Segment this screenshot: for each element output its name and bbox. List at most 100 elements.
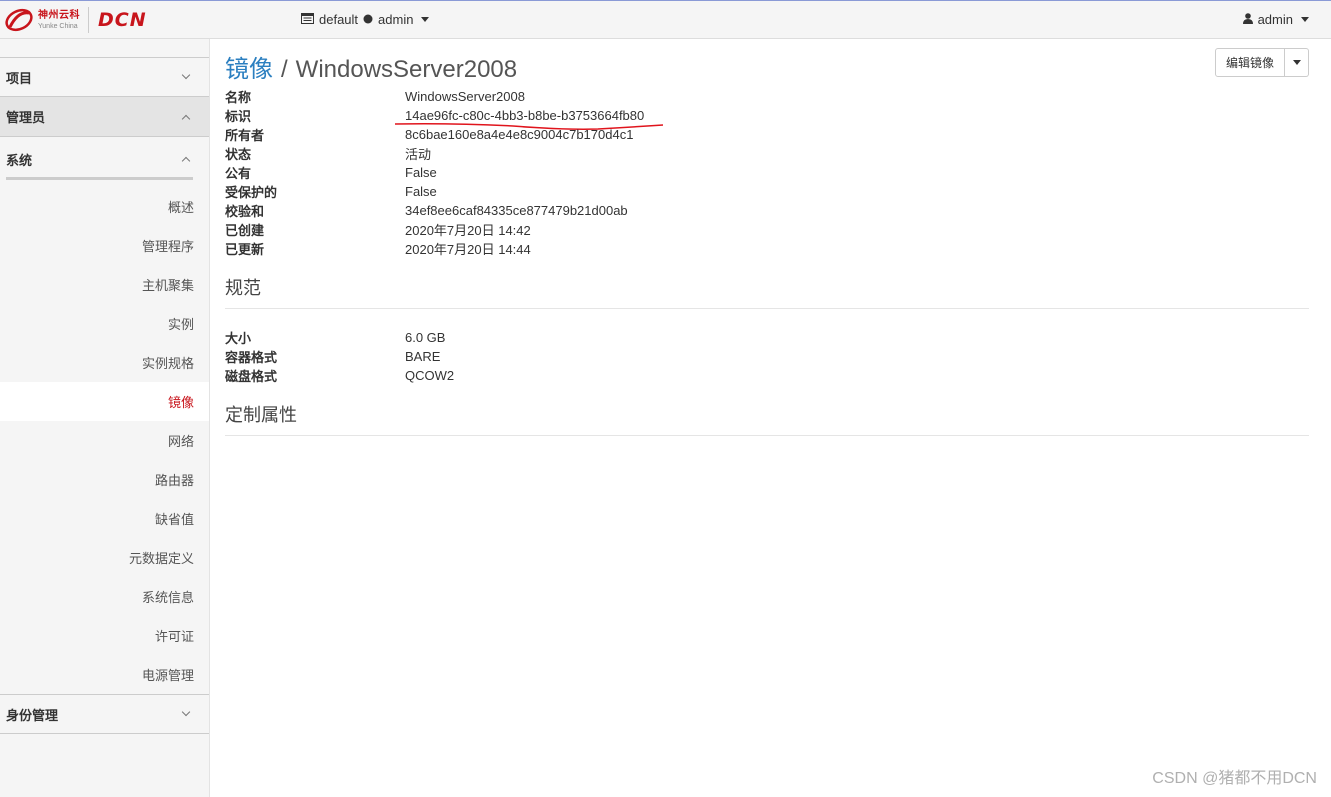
field-label: 容器格式 (225, 350, 278, 365)
sidebar-item-host-aggregates[interactable]: 主机聚集 (0, 265, 209, 304)
overview-row: 所有者 8c6bae160e8a4e4e8c9004c7b170d4c1 (225, 125, 1309, 144)
sidebar-subsection-system[interactable]: 系统 (0, 137, 209, 181)
sidebar-item-hypervisors[interactable]: 管理程序 (0, 226, 209, 265)
field-label: 公有 (225, 166, 252, 181)
sidebar-item-label: 镜像 (167, 395, 194, 410)
page-header: 镜像 / WindowsServer2008 编辑镜像 (225, 39, 1309, 87)
sidebar-item-networks[interactable]: 网络 (0, 421, 209, 460)
chevron-up-icon (181, 114, 191, 123)
sidebar-item-routers[interactable]: 路由器 (0, 460, 209, 499)
specs-row: 大小 6.0 GB (225, 328, 1309, 347)
overview-list: 名称 WindowsServer2008 标识 14ae96fc-c80c-4bb3… (225, 87, 1309, 258)
caret-down-icon (1301, 17, 1309, 22)
specs-section-title: 规范 (225, 274, 1309, 309)
sidebar-item-license[interactable]: 许可证 (0, 616, 209, 655)
sidebar-item-defaults[interactable]: 缺省值 (0, 499, 209, 538)
sidebar-section-project[interactable]: 项目 (0, 57, 209, 97)
sidebar-item-power-management[interactable]: 电源管理 (0, 655, 209, 694)
sidebar-item-label: 路由器 (154, 473, 194, 488)
field-value: False (405, 184, 437, 199)
sidebar-item-label: 主机聚集 (141, 278, 194, 293)
custom-properties-section-title: 定制属性 (225, 401, 1309, 436)
overview-row: 状态 活动 (225, 144, 1309, 163)
top-navbar: 神州云科 Yunke China DCN default admin admin (0, 0, 1331, 39)
chevron-up-icon (181, 156, 191, 166)
image-name-title: WindowsServer2008 (295, 56, 518, 83)
sidebar-subsection-label: 系统 (6, 152, 33, 168)
edit-image-button[interactable]: 编辑镜像 (1214, 48, 1285, 77)
field-label: 状态 (225, 147, 252, 162)
chevron-down-icon (181, 707, 191, 717)
specs-row: 磁盘格式 QCOW2 (225, 366, 1309, 385)
sidebar-item-label: 概述 (167, 200, 194, 215)
specs-row: 容器格式 BARE (225, 347, 1309, 366)
overview-row: 受保护的 False (225, 182, 1309, 201)
sidebar-item-instances[interactable]: 实例 (0, 304, 209, 343)
field-label: 名称 (225, 90, 252, 105)
overview-row: 标识 14ae96fc-c80c-4bb3-b8be-b3753664fb80 (225, 106, 1309, 130)
user-icon (1242, 12, 1253, 27)
field-value: 活动 (405, 147, 432, 162)
user-menu[interactable]: admin (1242, 12, 1309, 27)
sidebar-item-flavors[interactable]: 实例规格 (0, 343, 209, 382)
caret-down-icon (1292, 60, 1301, 65)
field-value: WindowsServer2008 (405, 89, 525, 104)
field-value: QCOW2 (405, 368, 455, 383)
sidebar-item-label: 实例规格 (141, 356, 194, 371)
actions-button-group: 编辑镜像 (1214, 48, 1309, 77)
field-value: BARE (405, 349, 441, 364)
specs-list: 大小 6.0 GB 容器格式 BARE 磁盘格式 QCOW2 (225, 328, 1309, 385)
dcn-logo-text: DCN (98, 9, 147, 31)
logo-en-text: Yunke China (38, 22, 78, 30)
sidebar-section-label: 项目 (6, 70, 33, 86)
page-title: 镜像 / WindowsServer2008 (225, 49, 517, 84)
logo-cn-text: 神州云科 (38, 9, 80, 21)
sidebar-item-images[interactable]: 镜像 (0, 382, 209, 421)
field-value: 6.0 GB (405, 330, 446, 345)
sidebar-item-label: 元数据定义 (128, 551, 194, 566)
main-content: 镜像 / WindowsServer2008 编辑镜像 名称 WindowsServe… (225, 39, 1309, 436)
sidebar-section-label: 身份管理 (6, 707, 59, 723)
sidebar-item-label: 许可证 (154, 629, 194, 644)
sidebar: 项目 管理员 系统 概述 管理程序 主机聚集 实例 实例规格 镜像 网络 路由器… (0, 39, 210, 797)
sidebar-item-metadata-definitions[interactable]: 元数据定义 (0, 538, 209, 577)
brand-logo[interactable]: 神州云科 Yunke China DCN (4, 6, 147, 34)
overview-row: 公有 False (225, 163, 1309, 182)
field-label: 校验和 (225, 204, 265, 219)
sidebar-item-label: 缺省值 (154, 512, 194, 527)
chevron-down-icon (181, 70, 191, 80)
logo-divider (88, 7, 89, 33)
overview-row: 名称 WindowsServer2008 (225, 87, 1309, 106)
project-switcher[interactable]: default admin (301, 12, 430, 27)
sidebar-section-identity[interactable]: 身份管理 (0, 694, 209, 734)
project-dot-icon (363, 12, 373, 27)
sidebar-section-label: 管理员 (6, 110, 46, 125)
sidebar-item-label: 网络 (167, 434, 194, 449)
breadcrumb-link[interactable]: 镜像 (225, 56, 273, 83)
sidebar-item-system-info[interactable]: 系统信息 (0, 577, 209, 616)
domain-name: default (319, 12, 359, 27)
field-label: 磁盘格式 (225, 369, 278, 384)
sidebar-section-admin[interactable]: 管理员 (0, 97, 209, 137)
overview-row: 已创建 2020年7月20日 14:42 (225, 220, 1309, 239)
field-label: 大小 (225, 331, 252, 346)
field-label: 标识 (225, 109, 252, 124)
sidebar-item-overview[interactable]: 概述 (0, 187, 209, 226)
field-value: False (405, 165, 437, 180)
breadcrumb-separator: / (281, 56, 288, 83)
field-label: 受保护的 (225, 185, 278, 200)
project-name: admin (378, 12, 414, 27)
overview-row: 校验和 34ef8ee6caf84335ce877479b21d00ab (225, 201, 1309, 220)
field-value-with-mark: 14ae96fc-c80c-4bb3-b8be-b3753664fb80 (394, 108, 664, 130)
sidebar-item-label: 系统信息 (141, 590, 194, 605)
overview-row: 已更新 2020年7月20日 14:44 (225, 239, 1309, 258)
watermark-text: CSDN @猪都不用DCN (1152, 770, 1317, 787)
field-label: 所有者 (225, 128, 265, 143)
sidebar-item-label: 电源管理 (141, 668, 194, 683)
field-value: 2020年7月20日 14:44 (405, 242, 531, 257)
user-name: admin (1257, 12, 1293, 27)
actions-dropdown-button[interactable] (1285, 48, 1309, 77)
field-value: 8c6bae160e8a4e4e8c9004c7b170d4c1 (405, 127, 634, 142)
sidebar-item-label: 管理程序 (141, 239, 194, 254)
field-label: 已更新 (225, 242, 265, 257)
